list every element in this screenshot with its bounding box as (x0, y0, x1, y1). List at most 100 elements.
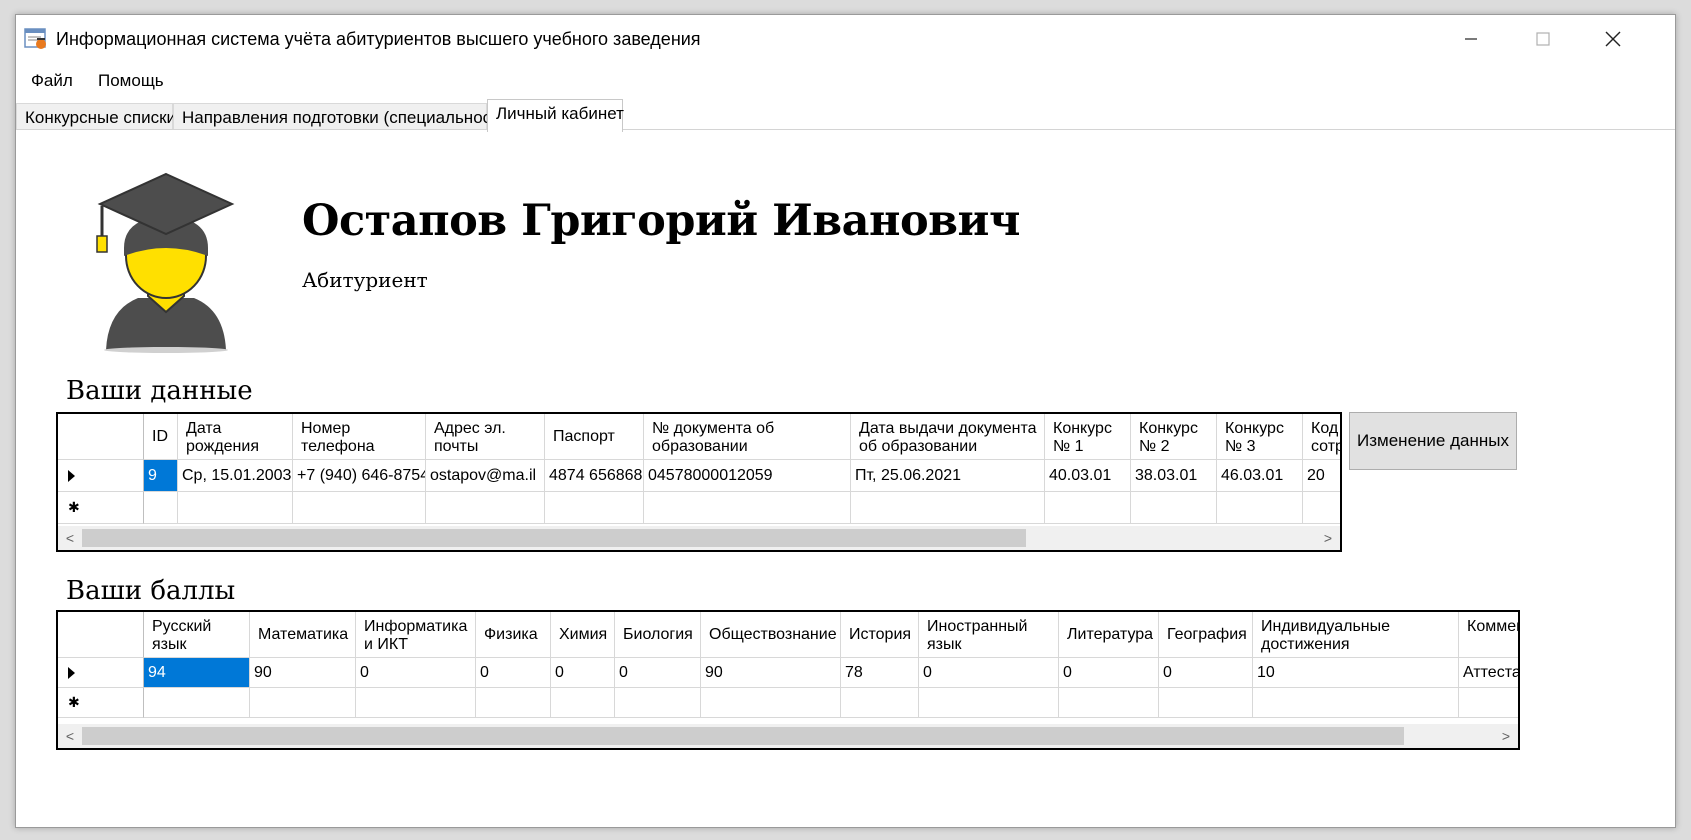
new-row-cell[interactable] (1253, 688, 1459, 718)
column-header[interactable]: № документа об образовании (644, 414, 851, 460)
table-cell[interactable]: 9 (144, 460, 178, 492)
table-cell[interactable]: 46.03.01 (1217, 460, 1303, 492)
new-row-cell[interactable] (356, 688, 476, 718)
menu-bar: Файл Помощь (16, 63, 1675, 97)
new-row-cell[interactable] (1045, 492, 1131, 524)
column-header[interactable]: Дата выдачи документа об образовании (851, 414, 1045, 460)
new-row-cell[interactable] (551, 688, 615, 718)
table-cell[interactable]: 0 (919, 658, 1059, 688)
tab-competition-lists[interactable]: Конкурсные списки (16, 103, 176, 130)
grid-corner-cell (58, 414, 144, 460)
table-cell[interactable]: 94 (144, 658, 250, 688)
column-header[interactable]: География (1159, 612, 1253, 658)
menu-file[interactable]: Файл (31, 71, 73, 91)
new-row-cell[interactable] (178, 492, 293, 524)
column-header[interactable]: Физика (476, 612, 551, 658)
column-header[interactable]: Конкурс № 3 (1217, 414, 1303, 460)
new-row-cell[interactable] (615, 688, 701, 718)
column-header[interactable]: Номер телефона (293, 414, 426, 460)
table-cell[interactable]: Пт, 25.06.2021 (851, 460, 1045, 492)
new-row-cell[interactable] (293, 492, 426, 524)
column-header[interactable]: Индивидуальные достижения (1253, 612, 1459, 658)
title-bar: Информационная система учёта абитуриенто… (16, 15, 1675, 63)
table-cell[interactable]: 10 (1253, 658, 1459, 688)
column-header[interactable]: Код сотр (1303, 414, 1340, 460)
column-header[interactable]: Коммен (1459, 612, 1518, 658)
column-header[interactable]: ID (144, 414, 178, 460)
new-row-header[interactable]: ✱ (58, 492, 144, 524)
new-row-cell[interactable] (1303, 492, 1340, 524)
column-header[interactable]: Конкурс № 1 (1045, 414, 1131, 460)
column-header[interactable]: Русский язык (144, 612, 250, 658)
new-row-cell[interactable] (545, 492, 644, 524)
applicant-role: Абитуриент (302, 268, 428, 292)
new-row-cell[interactable] (851, 492, 1045, 524)
column-header[interactable]: Адрес эл. почты (426, 414, 545, 460)
column-header[interactable]: Конкурс № 2 (1131, 414, 1217, 460)
scroll-thumb[interactable] (82, 529, 1026, 547)
table-cell[interactable]: 0 (356, 658, 476, 688)
column-header[interactable]: Паспорт (545, 414, 644, 460)
data-grid-hscrollbar[interactable]: < > (58, 526, 1340, 550)
new-row-cell[interactable] (1059, 688, 1159, 718)
new-row-cell[interactable] (1217, 492, 1303, 524)
scroll-thumb[interactable] (82, 727, 1404, 745)
column-header[interactable]: Литература (1059, 612, 1159, 658)
column-header[interactable]: История (841, 612, 919, 658)
table-cell[interactable]: ostapov@ma.il (426, 460, 545, 492)
column-header[interactable]: Иностранный язык (919, 612, 1059, 658)
new-row-cell[interactable] (1131, 492, 1217, 524)
new-row-cell[interactable] (841, 688, 919, 718)
table-cell[interactable]: 40.03.01 (1045, 460, 1131, 492)
column-header[interactable]: Информатика и ИКТ (356, 612, 476, 658)
applicant-data-grid[interactable]: < > ID Дата рождения Номер телефона Адрес э… (56, 412, 1342, 552)
table-cell[interactable]: 0 (615, 658, 701, 688)
table-cell[interactable]: 90 (701, 658, 841, 688)
maximize-button[interactable] (1508, 15, 1578, 63)
close-button[interactable] (1578, 15, 1648, 63)
menu-help[interactable]: Помощь (98, 71, 164, 91)
new-row-cell[interactable] (250, 688, 356, 718)
column-header[interactable]: Биология (615, 612, 701, 658)
new-row-icon: ✱ (68, 499, 80, 515)
column-header[interactable]: Дата рождения (178, 414, 293, 460)
table-cell[interactable]: 0 (476, 658, 551, 688)
new-row-cell[interactable] (919, 688, 1059, 718)
row-header[interactable] (58, 460, 144, 492)
table-cell[interactable]: 4874 656868 (545, 460, 644, 492)
table-cell[interactable]: 38.03.01 (1131, 460, 1217, 492)
column-header[interactable]: Химия (551, 612, 615, 658)
table-cell[interactable]: Аттестат (1459, 658, 1518, 688)
scroll-left-icon[interactable]: < (58, 724, 82, 748)
scores-grid-hscrollbar[interactable]: < > (58, 724, 1518, 748)
table-cell[interactable]: 90 (250, 658, 356, 688)
new-row-header[interactable]: ✱ (58, 688, 144, 718)
new-row-cell[interactable] (144, 688, 250, 718)
table-cell[interactable]: 0 (1159, 658, 1253, 688)
table-cell[interactable]: 20 (1303, 460, 1340, 492)
table-cell[interactable]: 78 (841, 658, 919, 688)
tab-training-directions[interactable]: Направления подготовки (специальности) (173, 103, 514, 130)
column-header[interactable]: Математика (250, 612, 356, 658)
change-data-button[interactable]: Изменение данных (1349, 412, 1517, 470)
table-cell[interactable]: +7 (940) 646-8754 (293, 460, 426, 492)
scroll-left-icon[interactable]: < (58, 526, 82, 550)
new-row-cell[interactable] (426, 492, 545, 524)
table-cell[interactable]: 0 (551, 658, 615, 688)
new-row-cell[interactable] (476, 688, 551, 718)
applicant-scores-grid[interactable]: < > Русский язык Математика Информатика и … (56, 610, 1520, 750)
new-row-cell[interactable] (1459, 688, 1518, 718)
column-header[interactable]: Обществознание (701, 612, 841, 658)
scroll-right-icon[interactable]: > (1494, 724, 1518, 748)
table-cell[interactable]: 0 (1059, 658, 1159, 688)
tab-personal-account[interactable]: Личный кабинет (487, 99, 624, 132)
minimize-button[interactable] (1436, 15, 1506, 63)
new-row-cell[interactable] (1159, 688, 1253, 718)
new-row-cell[interactable] (701, 688, 841, 718)
scroll-right-icon[interactable]: > (1316, 526, 1340, 550)
table-cell[interactable]: Ср, 15.01.2003 (178, 460, 293, 492)
row-header[interactable] (58, 658, 144, 688)
table-cell[interactable]: 04578000012059 (644, 460, 851, 492)
new-row-cell[interactable] (644, 492, 851, 524)
new-row-cell[interactable] (144, 492, 178, 524)
